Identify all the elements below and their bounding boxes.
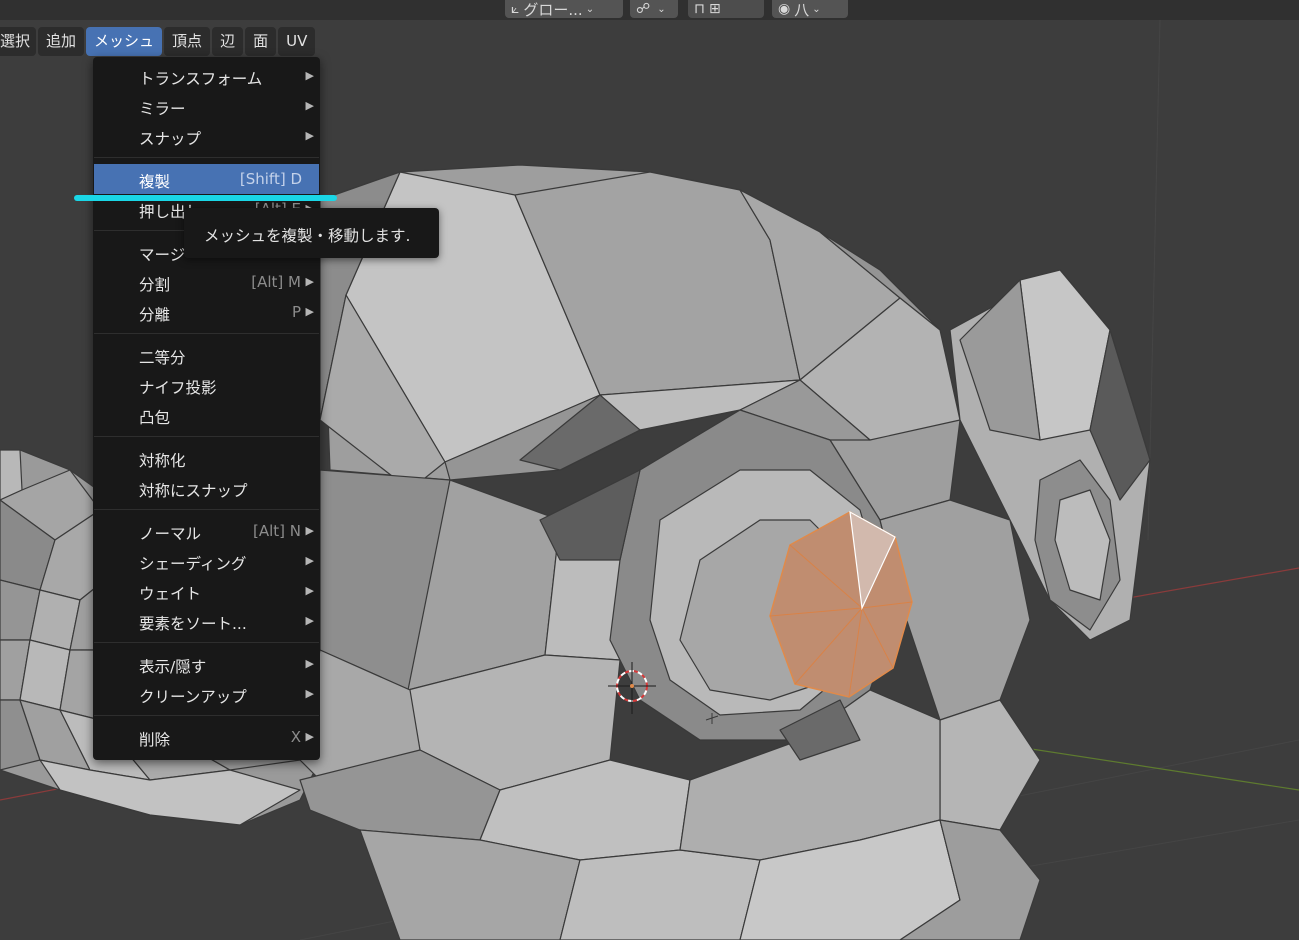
menu-separator [94, 509, 319, 510]
highlight-annotation-underline [74, 195, 337, 201]
transform-orientation-label: グロー... [523, 0, 583, 19]
duplicate-tooltip: メッシュを複製・移動します. [184, 208, 439, 258]
submenu-arrow-icon: ▶ [305, 730, 314, 743]
menu-item-label: 分離 [139, 306, 171, 324]
submenu-arrow-icon: ▶ [305, 275, 314, 288]
menu-item-label: 分割 [139, 276, 171, 294]
menu-item-label: クリーンアップ [139, 688, 247, 706]
menu-separator [94, 333, 319, 334]
submenu-arrow-icon: ▶ [305, 305, 314, 318]
menu-item-bisect[interactable]: 二等分 [94, 340, 319, 370]
menu-item-transform[interactable]: トランスフォーム ▶ [94, 61, 319, 91]
menu-item-label: ミラー [139, 100, 186, 118]
transform-orientation-dropdown[interactable]: ⟀ グロー... ⌄ [505, 0, 623, 19]
menu-add[interactable]: 追加 [38, 27, 85, 56]
menu-item-shading[interactable]: シェーディング ▶ [94, 546, 319, 576]
pivot-icon: ☍ [636, 1, 651, 17]
proportional-edit-dropdown[interactable]: ◉ 八 ⌄ [772, 0, 848, 19]
menu-item-label: ノーマル [139, 525, 202, 543]
menu-item-label: 対称にスナップ [139, 482, 248, 500]
menu-item-show-hide[interactable]: 表示/隠す ▶ [94, 649, 319, 679]
viewport-header: ⟀ グロー... ⌄ ☍ ⌄ ⊓ ⊞ ◉ 八 ⌄ [0, 0, 1299, 20]
menu-item-delete[interactable]: 削除 X ▶ [94, 722, 319, 752]
menu-item-label: 対称化 [139, 452, 186, 470]
menu-item-clean-up[interactable]: クリーンアップ ▶ [94, 679, 319, 709]
menu-item-shortcut: P [291, 303, 301, 321]
menu-mesh[interactable]: メッシュ [86, 27, 163, 56]
snap-icon: ⊓ [694, 1, 705, 17]
snap-increment-icon: ⊞ [708, 1, 721, 17]
menu-vertex[interactable]: 頂点 [164, 27, 211, 56]
menu-item-label: マージ [139, 246, 186, 264]
menu-item-shortcut: [Alt] M [251, 273, 301, 291]
snap-toggle[interactable]: ⊓ ⊞ [688, 0, 764, 18]
tooltip-text: メッシュを複製・移動します. [204, 227, 411, 245]
menu-uv[interactable]: UV [278, 27, 316, 56]
menu-separator [94, 157, 319, 158]
submenu-arrow-icon: ▶ [305, 99, 314, 112]
editor-menubar: 選択 追加 メッシュ 頂点 辺 面 UV [0, 27, 317, 56]
menu-item-label: トランスフォーム [139, 70, 263, 88]
menu-separator [94, 642, 319, 643]
menu-item-separate[interactable]: 分離 P ▶ [94, 297, 319, 327]
menu-select[interactable]: 選択 [0, 27, 37, 56]
menu-item-label: 凸包 [139, 409, 171, 427]
pivot-dropdown[interactable]: ☍ ⌄ [630, 0, 678, 18]
menu-item-label: ナイフ投影 [139, 379, 217, 397]
menu-item-normals[interactable]: ノーマル [Alt] N ▶ [94, 516, 319, 546]
menu-item-sort-elements[interactable]: 要素をソート... ▶ [94, 606, 319, 636]
submenu-arrow-icon: ▶ [305, 687, 314, 700]
menu-item-mirror[interactable]: ミラー ▶ [94, 91, 319, 121]
chevron-down-icon: ⌄ [585, 3, 595, 15]
submenu-arrow-icon: ▶ [305, 129, 314, 142]
menu-item-knife-project[interactable]: ナイフ投影 [94, 370, 319, 400]
menu-item-label: シェーディング [139, 555, 247, 573]
proportional-edit-icon: ◉ [778, 1, 791, 17]
menu-item-label: 二等分 [139, 349, 186, 367]
menu-item-label: スナップ [139, 130, 202, 148]
menu-item-label: 表示/隠す [139, 658, 207, 676]
menu-item-convex-hull[interactable]: 凸包 [94, 400, 319, 430]
submenu-arrow-icon: ▶ [305, 584, 314, 597]
chevron-down-icon: ⌄ [657, 3, 666, 15]
submenu-arrow-icon: ▶ [305, 614, 314, 627]
menu-item-shortcut: X [290, 728, 301, 746]
menu-face[interactable]: 面 [245, 27, 277, 56]
menu-item-duplicate[interactable]: 複製 [Shift] D [94, 164, 319, 194]
menu-item-snap-to-symmetry[interactable]: 対称にスナップ [94, 473, 319, 503]
submenu-arrow-icon: ▶ [305, 524, 314, 537]
submenu-arrow-icon: ▶ [305, 69, 314, 82]
menu-item-label: 複製 [139, 173, 171, 191]
menu-separator [94, 715, 319, 716]
menu-item-symmetrize[interactable]: 対称化 [94, 443, 319, 473]
menu-item-label: ウェイト [139, 585, 202, 603]
menu-item-weights[interactable]: ウェイト ▶ [94, 576, 319, 606]
submenu-arrow-icon: ▶ [305, 554, 314, 567]
chevron-down-icon: ⌄ [812, 3, 821, 15]
proportional-falloff-label: 八 [794, 0, 810, 19]
menu-item-snap[interactable]: スナップ ▶ [94, 121, 319, 151]
menu-separator [94, 436, 319, 437]
submenu-arrow-icon: ▶ [305, 657, 314, 670]
menu-edge[interactable]: 辺 [212, 27, 244, 56]
menu-item-label: 削除 [139, 731, 171, 749]
menu-item-shortcut: [Alt] N [252, 522, 301, 540]
mesh-menu-dropdown: トランスフォーム ▶ ミラー ▶ スナップ ▶ 複製 [Shift] D 押し出… [93, 57, 320, 760]
transform-orientation-icon: ⟀ [511, 1, 520, 17]
menu-item-label: 要素をソート... [139, 615, 247, 633]
menu-item-split[interactable]: 分割 [Alt] M ▶ [94, 267, 319, 297]
menu-item-shortcut: [Shift] D [239, 170, 302, 188]
